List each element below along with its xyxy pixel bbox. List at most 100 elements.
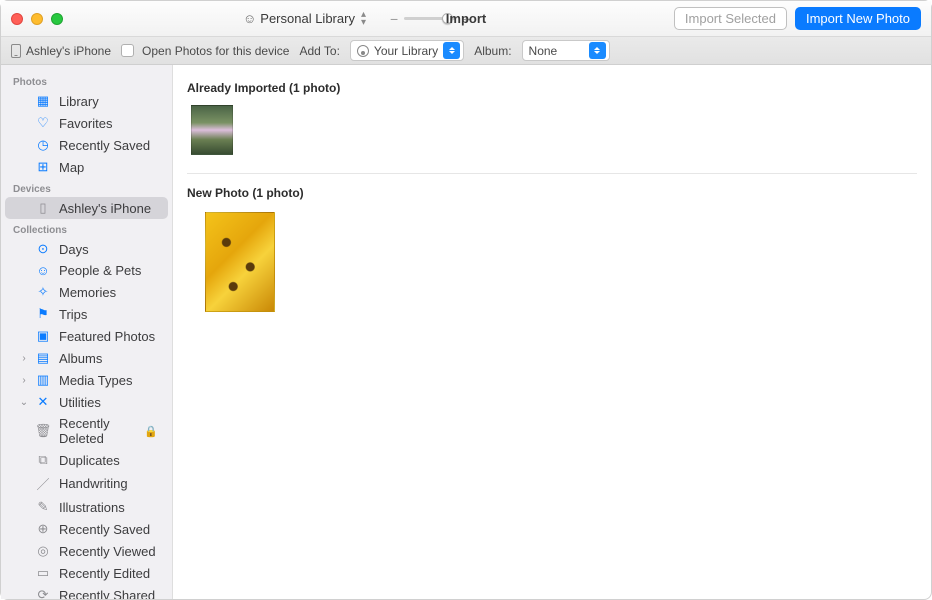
sidebar-item-label: Ashley's iPhone [59, 201, 158, 216]
chevron-down-icon[interactable]: ⌄ [19, 397, 29, 408]
calendar-icon: ⊙ [35, 241, 51, 257]
chevron-updown-icon: ▴▾ [361, 11, 366, 27]
library-picker-label: Personal Library [260, 11, 355, 26]
viewed-icon: ◎ [35, 543, 51, 559]
sidebar-item-utilities[interactable]: ⌄✕Utilities [5, 391, 168, 413]
featured-icon: ▣ [35, 328, 51, 344]
sidebar-item-label: Media Types [59, 373, 158, 388]
sidebar-item-label: Illustrations [59, 500, 158, 515]
handwriting-icon: ／ [35, 474, 51, 493]
sidebar-item-featured-photos[interactable]: ▣ Featured Photos [5, 325, 168, 347]
chevron-updown-icon [589, 42, 606, 59]
import-new-photo-button[interactable]: Import New Photo [795, 7, 921, 30]
sidebar-item-ashley-s-iphone[interactable]: ▯ Ashley's iPhone [5, 197, 168, 219]
sidebar-item-recently-viewed[interactable]: ◎ Recently Viewed [5, 540, 168, 562]
section-divider [187, 173, 917, 174]
sidebar-item-illustrations[interactable]: ✎ Illustrations [5, 496, 168, 518]
album-label: Album: [474, 44, 511, 58]
already-imported-thumbnail[interactable] [191, 105, 233, 155]
add-to-value: Your Library [374, 44, 438, 58]
add-to-select[interactable]: Your Library [350, 40, 464, 61]
sidebar-item-label: Utilities [59, 395, 158, 410]
edited-icon: ▭ [35, 565, 51, 581]
album-value: None [529, 44, 558, 58]
sidebar-item-map[interactable]: ⊞ Map [5, 156, 168, 178]
sidebar-item-handwriting[interactable]: ／Handwriting [5, 471, 168, 496]
import-selected-button[interactable]: Import Selected [674, 7, 787, 30]
trash-icon: 🗑 [35, 423, 51, 439]
people-icon: ☺ [35, 263, 51, 278]
sidebar-item-label: Favorites [59, 116, 158, 131]
already-imported-header: Already Imported (1 photo) [187, 75, 917, 101]
shared-icon: ⟳ [35, 587, 51, 599]
pin-icon: ⚑ [35, 306, 51, 322]
open-photos-checkbox[interactable]: Open Photos for this device [121, 44, 289, 58]
sidebar-item-label: Recently Edited [59, 566, 158, 581]
sidebar-item-memories[interactable]: ✧ Memories [5, 281, 168, 303]
library-picker[interactable]: ☺ Personal Library ▴▾ [237, 9, 372, 29]
person-icon [357, 45, 369, 57]
sidebar-item-label: Recently Deleted [59, 416, 136, 446]
sidebar-section-header: Photos [1, 71, 172, 90]
saved-icon: ⊕ [35, 521, 51, 537]
sidebar-item-recently-saved[interactable]: ◷ Recently Saved [5, 134, 168, 156]
media-icon: ▥ [35, 372, 51, 388]
heart-icon: ♡ [35, 115, 51, 131]
open-photos-label: Open Photos for this device [142, 44, 289, 58]
sidebar-item-label: Trips [59, 307, 158, 322]
new-photo-thumbnail[interactable] [205, 212, 275, 312]
sidebar-item-people-pets[interactable]: ☺ People & Pets [5, 260, 168, 281]
minimize-window[interactable] [31, 13, 43, 25]
phone-icon [11, 44, 21, 58]
sidebar-item-label: Recently Saved [59, 522, 158, 537]
sidebar-item-label: Library [59, 94, 158, 109]
sidebar-item-favorites[interactable]: ♡ Favorites [5, 112, 168, 134]
library-icon: ▦ [35, 93, 51, 109]
sidebar-item-duplicates[interactable]: ⧉ Duplicates [5, 449, 168, 471]
zoom-out-icon: − [390, 11, 398, 27]
person-icon: ☺ [243, 11, 256, 26]
sidebar-item-label: People & Pets [59, 263, 158, 278]
phone-icon: ▯ [35, 200, 51, 216]
sidebar-section-header: Collections [1, 219, 172, 238]
sidebar-item-label: Memories [59, 285, 158, 300]
window-controls [11, 13, 63, 25]
import-options-toolbar: Ashley's iPhone Open Photos for this dev… [1, 37, 931, 65]
illustrations-icon: ✎ [35, 499, 51, 515]
sidebar-item-label: Duplicates [59, 453, 158, 468]
clock-icon: ◷ [35, 137, 51, 153]
chevron-right-icon[interactable]: › [19, 353, 29, 364]
chevron-right-icon[interactable]: › [19, 375, 29, 386]
sidebar-item-media-types[interactable]: › ▥ Media Types [5, 369, 168, 391]
close-window[interactable] [11, 13, 23, 25]
sidebar-item-recently-saved[interactable]: ⊕ Recently Saved [5, 518, 168, 540]
new-photo-header: New Photo (1 photo) [187, 180, 917, 206]
sidebar-item-label: Featured Photos [59, 329, 158, 344]
map-icon: ⊞ [35, 159, 51, 175]
checkbox-box[interactable] [121, 44, 134, 57]
fullscreen-window[interactable] [51, 13, 63, 25]
sidebar-item-albums[interactable]: › ▤ Albums [5, 347, 168, 369]
album-select[interactable]: None [522, 40, 610, 61]
content-area: Already Imported (1 photo) New Photo (1 … [173, 65, 931, 599]
albums-icon: ▤ [35, 350, 51, 366]
sidebar-section-header: Devices [1, 178, 172, 197]
lock-icon: 🔒 [144, 425, 158, 438]
sidebar-item-trips[interactable]: ⚑ Trips [5, 303, 168, 325]
memories-icon: ✧ [35, 284, 51, 300]
sidebar-item-label: Recently Saved [59, 138, 158, 153]
sidebar-item-library[interactable]: ▦ Library [5, 90, 168, 112]
sidebar-item-label: Map [59, 160, 158, 175]
sidebar: Photos ▦ Library ♡ Favorites ◷ Recently Saved ⊞… [1, 65, 173, 599]
source-device: Ashley's iPhone [11, 44, 111, 58]
sidebar-item-recently-shared[interactable]: ⟳ Recently Shared [5, 584, 168, 599]
duplicates-icon: ⧉ [35, 452, 51, 468]
add-to-label: Add To: [299, 44, 339, 58]
sidebar-item-recently-deleted[interactable]: 🗑 Recently Deleted 🔒 [5, 413, 168, 449]
chevron-updown-icon [443, 42, 460, 59]
sidebar-item-label: Albums [59, 351, 158, 366]
sidebar-item-label: Recently Shared [59, 588, 158, 600]
sidebar-item-label: Recently Viewed [59, 544, 158, 559]
sidebar-item-recently-edited[interactable]: ▭ Recently Edited [5, 562, 168, 584]
sidebar-item-days[interactable]: ⊙Days [5, 238, 168, 260]
